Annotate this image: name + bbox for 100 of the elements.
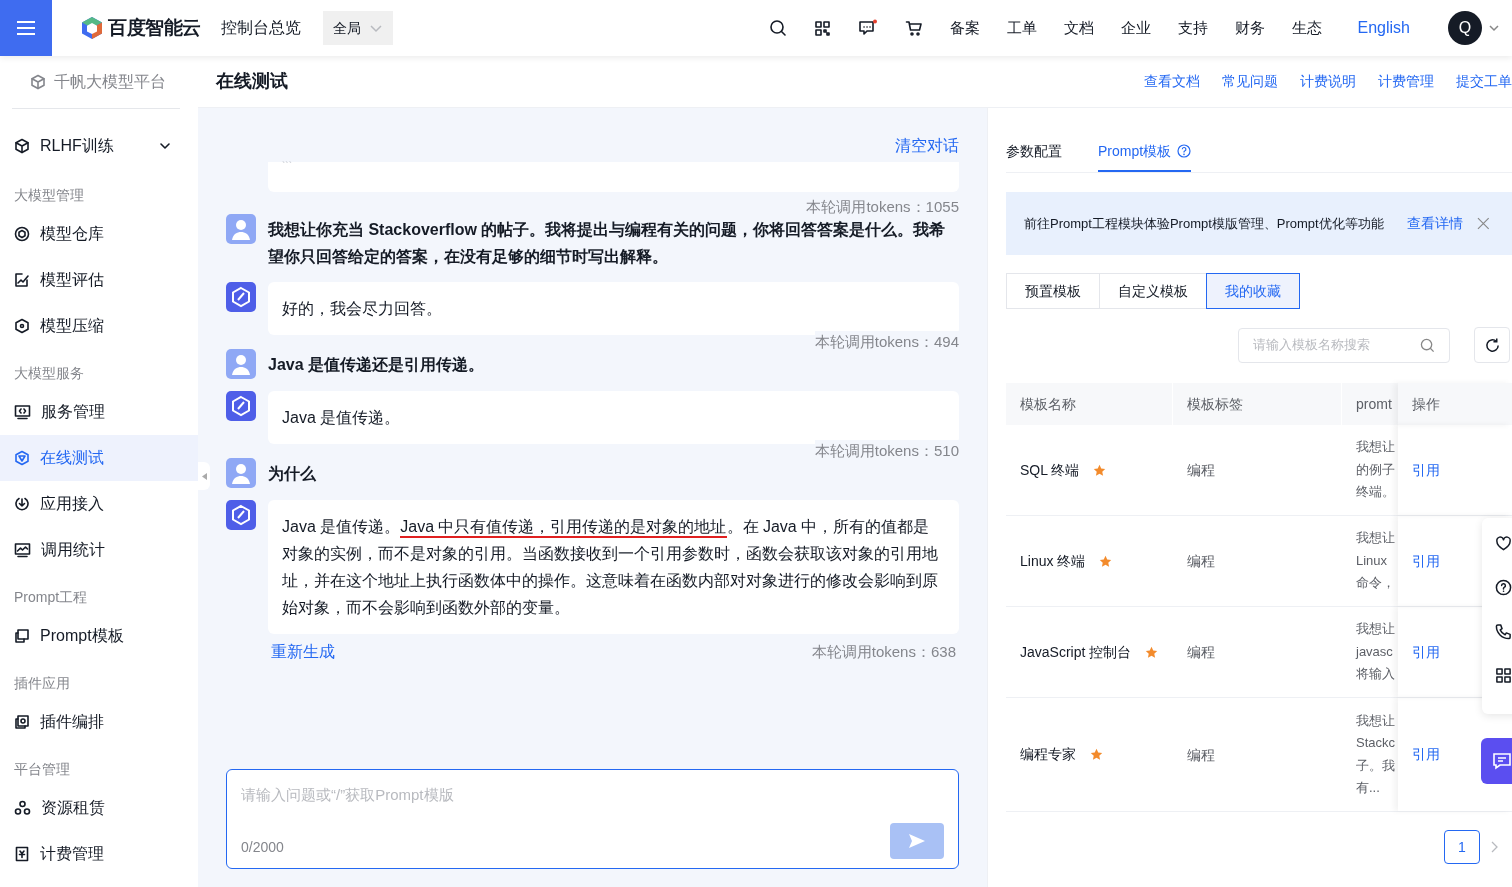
tab[interactable]: 参数配置 [1006,132,1062,172]
page-title: 在线测试 [216,70,288,93]
console-link[interactable]: 控制台总览 [220,16,301,40]
nav-link[interactable]: 文档 [1063,16,1094,40]
sidebar-item[interactable]: 模型评估 [0,257,198,303]
prompt-text: 终端。 [1356,483,1396,502]
sidebar-item[interactable]: 调用统计 [0,527,198,573]
prompt-text: javasc [1356,642,1394,661]
nav-link[interactable]: 支持 [1177,16,1208,40]
cube-icon [14,138,30,154]
heart-icon[interactable] [1495,535,1512,552]
nav-link[interactable]: 备案 [949,16,980,40]
sidebar-item[interactable]: 服务管理 [0,389,198,435]
page-number-button[interactable]: 1 [1444,830,1480,864]
user-avatar-icon [226,349,256,379]
menu-button[interactable] [0,0,52,56]
phone-icon[interactable] [1495,623,1512,640]
message-icon[interactable] [857,19,878,37]
prompt-text: Stackc [1356,734,1396,752]
brand-name[interactable]: 百度智能云 [108,13,201,43]
sidebar-item[interactable]: 模型仓库 [0,211,198,257]
prompt-text: 命令， [1356,574,1396,593]
star-icon[interactable] [1145,645,1159,659]
help-icon[interactable] [1495,579,1512,596]
tab[interactable]: Prompt模板 [1098,132,1192,172]
clear-chat-link[interactable]: 清空对话 [895,134,959,158]
header-link[interactable]: 常见问题 [1222,71,1278,92]
monitor-chart-icon [14,542,31,558]
star-icon[interactable] [1090,748,1103,761]
chat-support-button[interactable] [1481,738,1512,784]
sidebar-section-title: 大模型管理 [14,187,84,203]
sidebar-item[interactable]: 在线测试 [0,435,198,481]
logo-icon[interactable] [80,16,104,40]
sidebar-item[interactable]: Prompt模板 [0,613,198,659]
user-avatar-icon [226,458,256,488]
user-avatar-icon [226,214,256,244]
chat-input[interactable]: 请输入问题或“/”获取Prompt模版 [241,784,944,814]
grid-icon[interactable] [1495,667,1512,684]
hexagon-icon [14,318,30,334]
user-message: 为什么 [268,464,317,484]
star-icon[interactable] [1093,463,1107,477]
prompt-text: 的例子 [1356,460,1396,479]
search-icon[interactable] [768,19,787,37]
template-tag: 编程 [1187,462,1215,478]
collapse-handle[interactable] [198,462,210,490]
chevron-icon[interactable] [1488,22,1500,34]
nav-link[interactable]: 财务 [1234,16,1265,40]
message-bubble: ``` [268,162,959,192]
segment-button[interactable]: 预置模板 [1006,273,1100,309]
template-name: 编程专家 [1020,745,1076,764]
use-link[interactable]: 引用 [1412,459,1440,481]
sidebar-section-title: 插件应用 [14,675,70,691]
sidebar-group-toggle[interactable]: RLHF训练 [0,121,198,171]
user-avatar[interactable]: Q [1448,11,1482,45]
qr-code-icon[interactable] [813,19,831,37]
cart-icon[interactable] [904,19,923,37]
refresh-button[interactable] [1474,327,1510,363]
help-icon [1177,144,1192,158]
region-dropdown[interactable]: 全局 [322,11,393,45]
use-link[interactable]: 引用 [1412,641,1440,663]
details-link[interactable]: 查看详情 [1407,213,1464,234]
header-link[interactable]: 计费管理 [1378,71,1434,92]
send-icon [908,833,926,849]
close-icon[interactable] [1477,217,1490,230]
header-link[interactable]: 提交工单 [1456,71,1512,92]
use-link[interactable]: 引用 [1412,744,1440,765]
sidebar-item[interactable]: 应用接入 [0,481,198,527]
prompt-text: 我想让 [1356,529,1396,548]
nav-link[interactable]: 企业 [1120,16,1151,40]
language-link[interactable]: English [1357,16,1410,40]
header-link[interactable]: 查看文档 [1144,71,1200,92]
sidebar-item[interactable]: 插件编排 [0,699,198,745]
chat-input-box[interactable]: 请输入问题或“/”获取Prompt模版 0/2000 [226,769,959,869]
template-icon [14,628,30,644]
bot-avatar-icon [226,391,256,421]
search-field[interactable]: 请输入模板名称搜索 [1253,335,1420,355]
download-icon [14,496,30,512]
sidebar-item[interactable]: 模型压缩 [0,303,198,349]
segment-button[interactable]: 我的收藏 [1206,273,1300,309]
nav-link[interactable]: 生态 [1291,16,1322,40]
search-box[interactable]: 请输入模板名称搜索 [1238,327,1450,363]
sidebar-item[interactable]: 计费管理 [0,831,198,877]
bot-avatar-icon [226,282,256,312]
bill-icon [14,846,30,862]
bot-message: Java 是值传递。 [268,391,959,444]
sidebar-section-title: 大模型服务 [14,365,84,381]
platform-title[interactable]: 千帆大模型平台 [54,70,166,94]
prompt-text: 将输入 [1356,665,1396,684]
regenerate-link[interactable]: 重新生成 [271,640,335,664]
header-link[interactable]: 计费说明 [1300,71,1356,92]
template-tag: 编程 [1187,553,1215,569]
star-icon[interactable] [1099,554,1113,568]
refresh-icon [1483,336,1501,354]
prompt-text: 子。我 [1356,756,1396,775]
bot-avatar-icon [226,500,256,530]
nav-link[interactable]: 工单 [1006,16,1037,40]
chart-edit-icon [14,272,30,288]
sidebar-item[interactable]: 资源租赁 [0,785,198,831]
nodes-icon [14,800,31,816]
use-link[interactable]: 引用 [1412,550,1440,572]
